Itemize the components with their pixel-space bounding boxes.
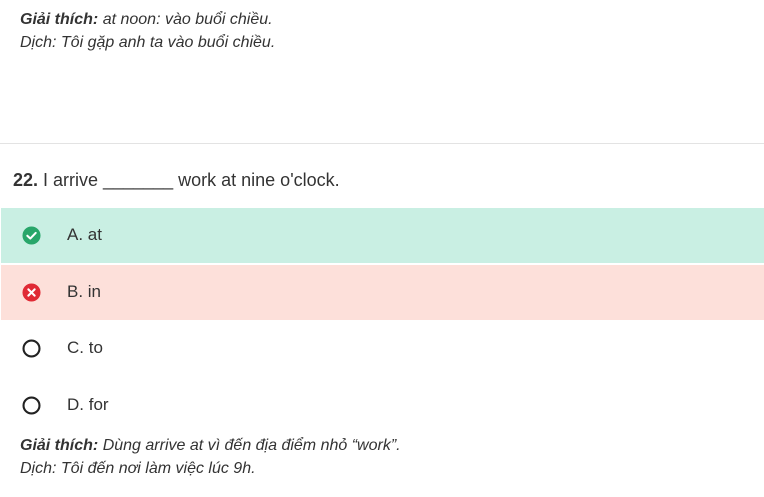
section-divider xyxy=(0,143,764,144)
question: 22. I arrive _______ work at nine o'cloc… xyxy=(13,170,340,191)
option-d-label: D. for xyxy=(67,395,109,414)
explanation-label: Giải thích: xyxy=(20,437,99,454)
explanation-translation: Dịch: Tôi đến nơi làm việc lúc 9h. xyxy=(20,460,256,477)
radio-empty-icon xyxy=(22,339,41,358)
option-c-label: C. to xyxy=(67,338,103,357)
explanation-line: Giải thích: Dùng arrive at vì đến địa đi… xyxy=(20,434,401,457)
explanation-text: at noon: vào buổi chiều. xyxy=(102,11,273,28)
question-number: 22. xyxy=(13,170,39,190)
check-circle-icon xyxy=(22,226,41,245)
explanation-text: Dùng arrive at vì đến địa điểm nhỏ “work… xyxy=(102,437,401,454)
question-text: I arrive _______ work at nine o'clock. xyxy=(43,170,340,190)
radio-empty-icon xyxy=(22,396,41,415)
option-c[interactable]: C. to xyxy=(1,321,764,376)
option-a-label: A. at xyxy=(67,225,102,244)
previous-explanation: Giải thích: at noon: vào buổi chiều. Dịc… xyxy=(20,8,275,54)
previous-explanation-line: Giải thích: at noon: vào buổi chiều. xyxy=(20,8,275,31)
option-b-label: B. in xyxy=(67,282,102,301)
previous-translation: Dịch: Tôi gặp anh ta vào buổi chiều. xyxy=(20,34,276,51)
option-d[interactable]: D. for xyxy=(1,378,764,433)
explanation: Giải thích: Dùng arrive at vì đến địa đi… xyxy=(20,434,401,480)
x-circle-icon xyxy=(22,283,41,302)
explanation-label: Giải thích: xyxy=(20,11,99,28)
option-b[interactable]: B. in xyxy=(1,265,764,320)
option-a[interactable]: A. at xyxy=(1,208,764,263)
